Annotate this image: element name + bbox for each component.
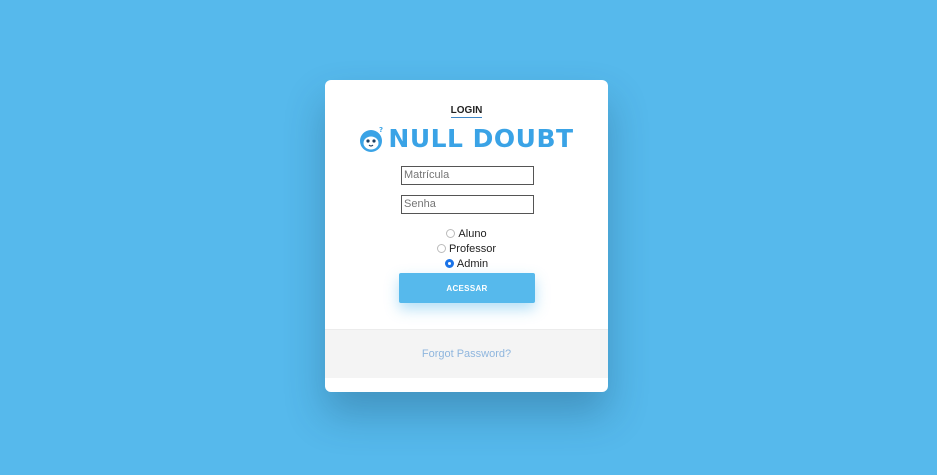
svg-text:?: ?: [379, 126, 383, 134]
radio-professor[interactable]: [436, 244, 446, 253]
login-tab-label[interactable]: LOGIN: [450, 105, 483, 118]
role-option-admin[interactable]: Admin: [325, 256, 608, 271]
radio-admin-label[interactable]: Admin: [457, 258, 488, 270]
radio-aluno[interactable]: [446, 229, 456, 238]
acessar-button-label[interactable]: ACESSAR: [446, 284, 487, 293]
role-option-aluno[interactable]: Aluno: [325, 226, 608, 241]
role-radio-group: Aluno Professor Admin: [325, 226, 608, 271]
forgot-password-link[interactable]: Forgot Password?: [422, 348, 511, 360]
senha-input[interactable]: [401, 195, 534, 214]
acessar-button[interactable]: ACESSAR: [399, 273, 535, 303]
login-card: LOGIN ? NULL DOUBT Aluno Professor Admin…: [325, 80, 608, 392]
logo-text: NULL DOUBT: [388, 124, 574, 153]
card-footer: Forgot Password?: [325, 329, 608, 378]
radio-aluno-label[interactable]: Aluno: [458, 228, 486, 240]
radio-admin[interactable]: [444, 259, 454, 268]
logo: ? NULL DOUBT: [325, 124, 608, 154]
login-tab[interactable]: LOGIN: [325, 105, 608, 118]
penguin-logo-icon: ?: [360, 126, 383, 152]
radio-professor-label[interactable]: Professor: [449, 243, 496, 255]
role-option-professor[interactable]: Professor: [325, 241, 608, 256]
matricula-input[interactable]: [401, 166, 534, 185]
